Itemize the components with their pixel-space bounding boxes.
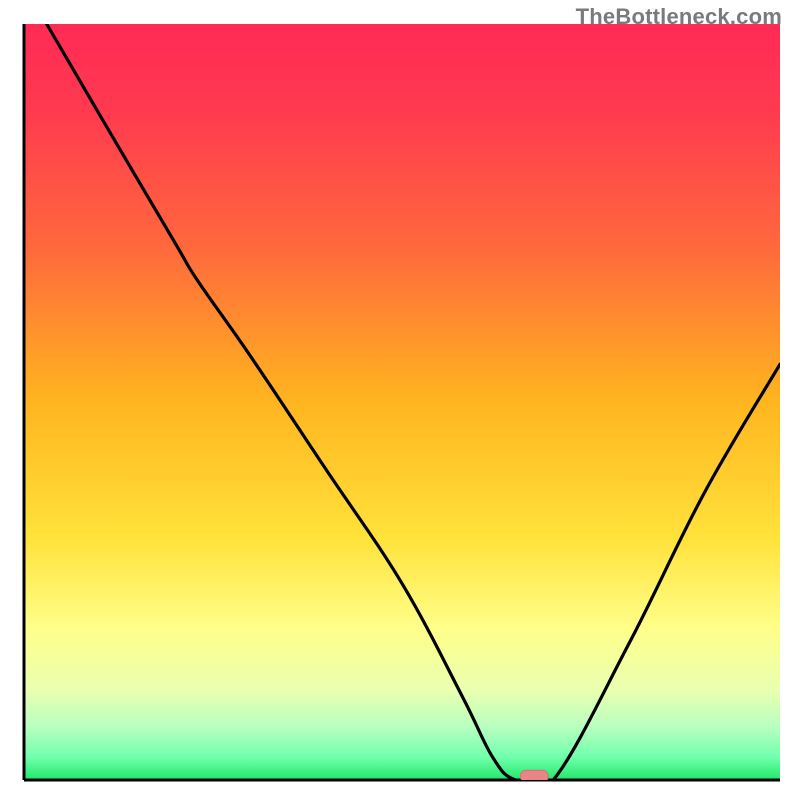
- plot-background: [24, 24, 780, 780]
- bottleneck-chart: TheBottleneck.com: [0, 0, 800, 800]
- chart-svg: [0, 0, 800, 800]
- watermark-label: TheBottleneck.com: [576, 4, 782, 30]
